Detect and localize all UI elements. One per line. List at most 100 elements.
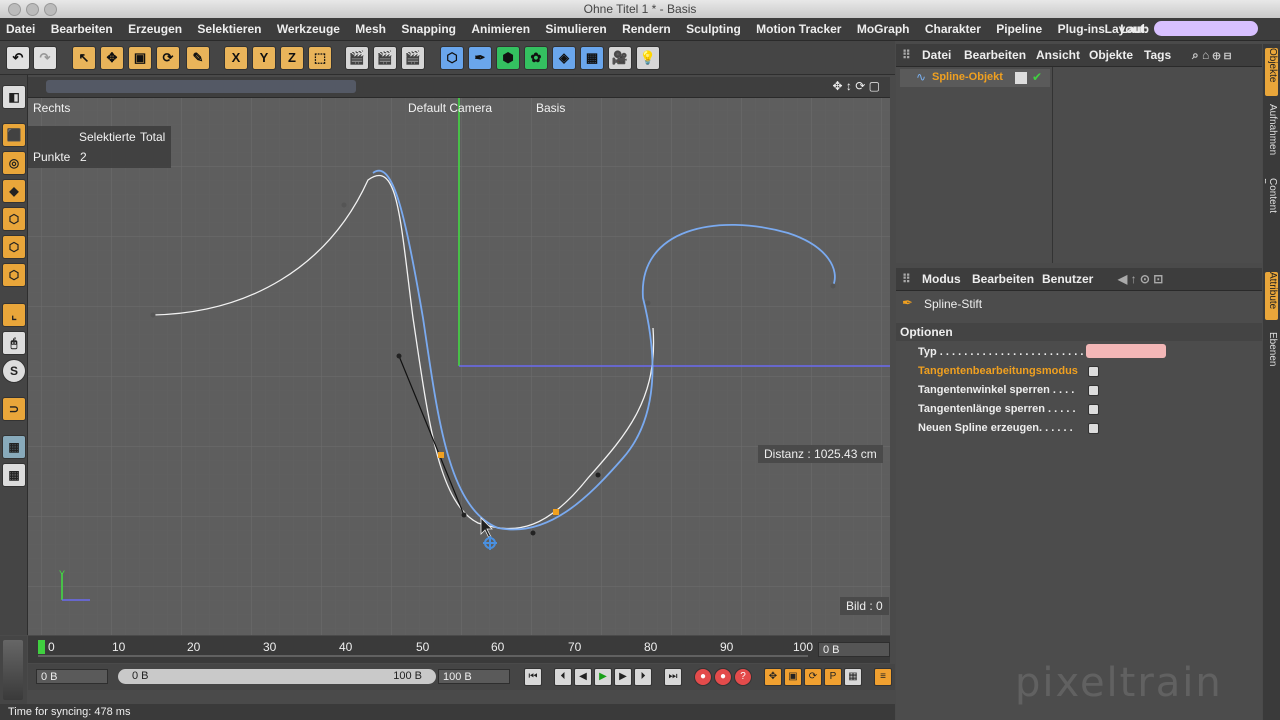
go-to-end-button[interactable]: ⏭ bbox=[664, 668, 682, 686]
spline-point-selected[interactable] bbox=[553, 509, 559, 515]
attr-menu-bearbeiten[interactable]: Bearbeiten bbox=[972, 268, 1034, 290]
axis-z-button[interactable]: Z bbox=[280, 46, 304, 70]
go-to-start-button[interactable]: ⏮ bbox=[524, 668, 542, 686]
spline-point[interactable] bbox=[830, 283, 836, 289]
new-spline-checkbox[interactable] bbox=[1088, 423, 1099, 434]
previous-frame-button[interactable]: ◀ bbox=[574, 668, 592, 686]
key-scale-button[interactable]: ▣ bbox=[784, 668, 802, 686]
polygons-mode-button[interactable]: ⬡ bbox=[2, 263, 26, 287]
workplane-mode-button[interactable]: ◆ bbox=[2, 179, 26, 203]
obj-menu-objekte[interactable]: Objekte bbox=[1089, 44, 1133, 66]
current-frame-field[interactable]: 0 B bbox=[818, 642, 890, 657]
editor-visibility-toggle[interactable] bbox=[1015, 72, 1027, 84]
spline-point-selected[interactable] bbox=[438, 452, 444, 458]
next-key-button[interactable]: ⏵ bbox=[634, 668, 652, 686]
camera-button[interactable]: 🎥 bbox=[608, 46, 632, 70]
render-view-button[interactable]: 🎬 bbox=[345, 46, 369, 70]
timeline-menu-button[interactable]: ≡ bbox=[874, 668, 892, 686]
timeline-ruler[interactable]: 0 10 20 30 40 50 60 70 80 90 100 0 B bbox=[28, 636, 890, 663]
texture-mode-button[interactable]: ◎ bbox=[2, 151, 26, 175]
magnet-button[interactable]: ⊃ bbox=[2, 397, 26, 421]
range-slider[interactable]: 0 B 100 B bbox=[118, 669, 436, 684]
minimize-window-button[interactable] bbox=[26, 3, 39, 16]
menu-werkzeuge[interactable]: Werkzeuge bbox=[271, 18, 346, 40]
camera-name[interactable]: Default Camera bbox=[408, 101, 492, 115]
object-manager-list[interactable]: ∿ Spline-Objekt ✔ bbox=[896, 67, 1262, 263]
pen-tool-button[interactable]: ✎ bbox=[186, 46, 210, 70]
section-header[interactable]: Optionen bbox=[896, 323, 1262, 341]
menu-bearbeiten[interactable]: Bearbeiten bbox=[45, 18, 119, 40]
close-window-button[interactable] bbox=[8, 3, 21, 16]
search-icon[interactable]: ⌕ ⌂ ⊕ ⊟ bbox=[1192, 44, 1231, 66]
spline-point[interactable] bbox=[645, 300, 651, 306]
light-button[interactable]: 💡 bbox=[636, 46, 660, 70]
obj-menu-bearbeiten[interactable]: Bearbeiten bbox=[964, 44, 1026, 66]
previous-key-button[interactable]: ⏴ bbox=[554, 668, 572, 686]
points-mode-button[interactable]: ⬡ bbox=[2, 207, 26, 231]
menu-datei[interactable]: Datei bbox=[0, 18, 41, 40]
display-mode[interactable]: Basis bbox=[536, 101, 565, 115]
attr-menu-benutzer[interactable]: Benutzer bbox=[1042, 268, 1093, 290]
start-frame-field[interactable]: 0 B bbox=[36, 669, 108, 684]
render-picture-viewer-button[interactable]: 🎬 bbox=[373, 46, 397, 70]
spline-point[interactable] bbox=[595, 472, 601, 478]
keyframe-selection-button[interactable]: ? bbox=[734, 668, 752, 686]
axis-mode-button[interactable]: ⌞ bbox=[2, 303, 26, 327]
panel-grip-icon[interactable]: ⠿ bbox=[902, 44, 911, 66]
panel-grip-icon[interactable]: ⠿ bbox=[902, 268, 911, 290]
axis-y-button[interactable]: Y bbox=[252, 46, 276, 70]
key-pla-button[interactable]: ▦ bbox=[844, 668, 862, 686]
key-parameter-button[interactable]: P bbox=[824, 668, 842, 686]
spline-point[interactable] bbox=[150, 312, 156, 318]
tangent-handle-point[interactable] bbox=[461, 512, 467, 518]
enabled-check-icon[interactable]: ✔ bbox=[1032, 70, 1042, 84]
live-selection-button[interactable]: ↖ bbox=[72, 46, 96, 70]
typ-dropdown[interactable] bbox=[1086, 344, 1166, 358]
tab-objekte[interactable]: Objekte bbox=[1265, 48, 1278, 96]
cube-object-button[interactable]: ⬡ bbox=[440, 46, 464, 70]
render-settings-button[interactable]: 🎬 bbox=[401, 46, 425, 70]
obj-menu-datei[interactable]: Datei bbox=[922, 44, 951, 66]
viewport-nav-icons[interactable]: ✥ ↕ ⟳ ▢ bbox=[833, 79, 880, 93]
tab-ebenen[interactable]: Ebenen bbox=[1265, 332, 1278, 374]
menu-erzeugen[interactable]: Erzeugen bbox=[122, 18, 188, 40]
scale-tool-button[interactable]: ▣ bbox=[128, 46, 152, 70]
back-arrow-icon[interactable]: ◀ ↑ ⊙ ⊡ bbox=[1118, 268, 1163, 290]
menu-plug-ins[interactable]: Plug-ins bbox=[1052, 18, 1111, 40]
tab-content-browser[interactable]: Content Browser bbox=[1265, 178, 1278, 244]
snap-button[interactable]: S bbox=[2, 359, 26, 383]
viewport-menu-strip[interactable] bbox=[46, 80, 356, 93]
tangent-handle-point[interactable] bbox=[530, 530, 536, 536]
view-name[interactable]: Rechts bbox=[33, 101, 70, 115]
make-editable-button[interactable]: ◧ bbox=[2, 85, 26, 109]
array-button[interactable]: ✿ bbox=[524, 46, 548, 70]
autokey-button[interactable]: ● bbox=[714, 668, 732, 686]
obj-menu-ansicht[interactable]: Ansicht bbox=[1036, 44, 1080, 66]
object-name[interactable]: Spline-Objekt bbox=[932, 71, 1003, 83]
menu-snapping[interactable]: Snapping bbox=[395, 18, 462, 40]
attr-menu-modus[interactable]: Modus bbox=[922, 268, 961, 290]
menu-mograph[interactable]: MoGraph bbox=[851, 18, 916, 40]
spline-point[interactable] bbox=[341, 202, 347, 208]
layout-dropdown[interactable] bbox=[1154, 21, 1258, 36]
move-tool-button[interactable]: ✥ bbox=[100, 46, 124, 70]
menu-mesh[interactable]: Mesh bbox=[349, 18, 392, 40]
rotate-tool-button[interactable]: ⟳ bbox=[156, 46, 180, 70]
menu-motion-tracker[interactable]: Motion Tracker bbox=[750, 18, 847, 40]
undo-button[interactable]: ↶ bbox=[6, 46, 30, 70]
end-frame-field[interactable]: 100 B bbox=[438, 669, 510, 684]
playhead-marker[interactable] bbox=[38, 640, 45, 654]
menu-selektieren[interactable]: Selektieren bbox=[191, 18, 267, 40]
menu-animieren[interactable]: Animieren bbox=[465, 18, 536, 40]
lock-workplane-button[interactable]: ▦ bbox=[2, 435, 26, 459]
key-rotation-button[interactable]: ⟳ bbox=[804, 668, 822, 686]
tab-attribute[interactable]: Attribute bbox=[1265, 272, 1278, 320]
axis-x-button[interactable]: X bbox=[224, 46, 248, 70]
grid-button[interactable]: ▦ bbox=[2, 463, 26, 487]
viewport-3d[interactable]: Y Rechts Default Camera Basis Selektiert… bbox=[28, 98, 890, 635]
viewport-canvas[interactable]: Y bbox=[28, 98, 890, 635]
tab-aufnahmen[interactable]: Aufnahmen bbox=[1265, 104, 1278, 170]
tangent-length-checkbox[interactable] bbox=[1088, 404, 1099, 415]
spline-pen-button[interactable]: ✒ bbox=[468, 46, 492, 70]
edges-mode-button[interactable]: ⬡ bbox=[2, 235, 26, 259]
